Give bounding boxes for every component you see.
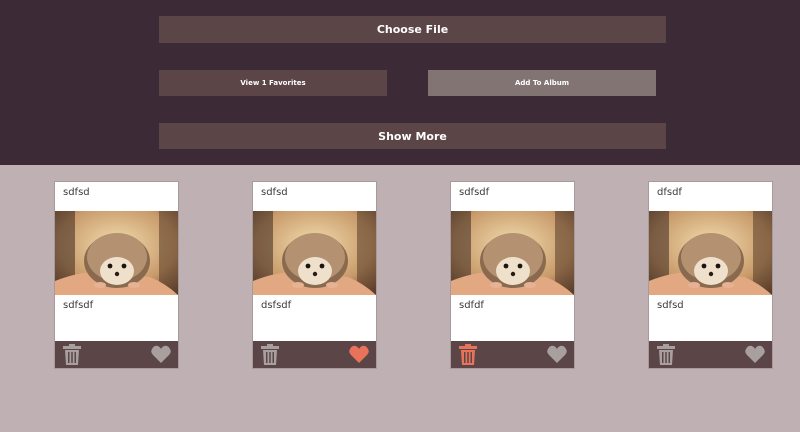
trash-icon[interactable]: [459, 344, 477, 365]
card-photo: [55, 211, 178, 295]
card-title: dfsdf: [657, 187, 682, 198]
card-description: sdfsd: [657, 300, 684, 311]
trash-icon[interactable]: [63, 344, 81, 365]
card-photo: [451, 211, 574, 295]
card-photo: [253, 211, 376, 295]
photo-card: sdfsd dsfsdf: [252, 181, 377, 369]
card-title: sdfsd: [63, 187, 90, 198]
view-favorites-button[interactable]: View 1 Favorites: [159, 70, 387, 96]
trash-icon[interactable]: [261, 344, 279, 365]
heart-icon[interactable]: [547, 345, 567, 363]
choose-file-button[interactable]: Choose File: [159, 16, 666, 43]
photo-card: sdfsdf sdfdf: [450, 181, 575, 369]
card-title: sdfsd: [261, 187, 288, 198]
card-footer: [253, 341, 376, 368]
header-bar: Choose File View 1 Favorites Add To Albu…: [0, 0, 800, 165]
card-photo: [649, 211, 772, 295]
card-footer: [451, 341, 574, 368]
card-footer: [55, 341, 178, 368]
card-description: sdfdf: [459, 300, 484, 311]
photo-card: sdfsd sdfsdf: [54, 181, 179, 369]
card-footer: [649, 341, 772, 368]
photo-card: dfsdf sdfsd: [648, 181, 773, 369]
card-description: sdfsdf: [63, 300, 94, 311]
card-description: dsfsdf: [261, 300, 292, 311]
heart-icon[interactable]: [349, 345, 369, 363]
card-title: sdfsdf: [459, 187, 490, 198]
add-to-album-button[interactable]: Add To Album: [428, 70, 656, 96]
heart-icon[interactable]: [745, 345, 765, 363]
trash-icon[interactable]: [657, 344, 675, 365]
heart-icon[interactable]: [151, 345, 171, 363]
show-more-button[interactable]: Show More: [159, 123, 666, 149]
